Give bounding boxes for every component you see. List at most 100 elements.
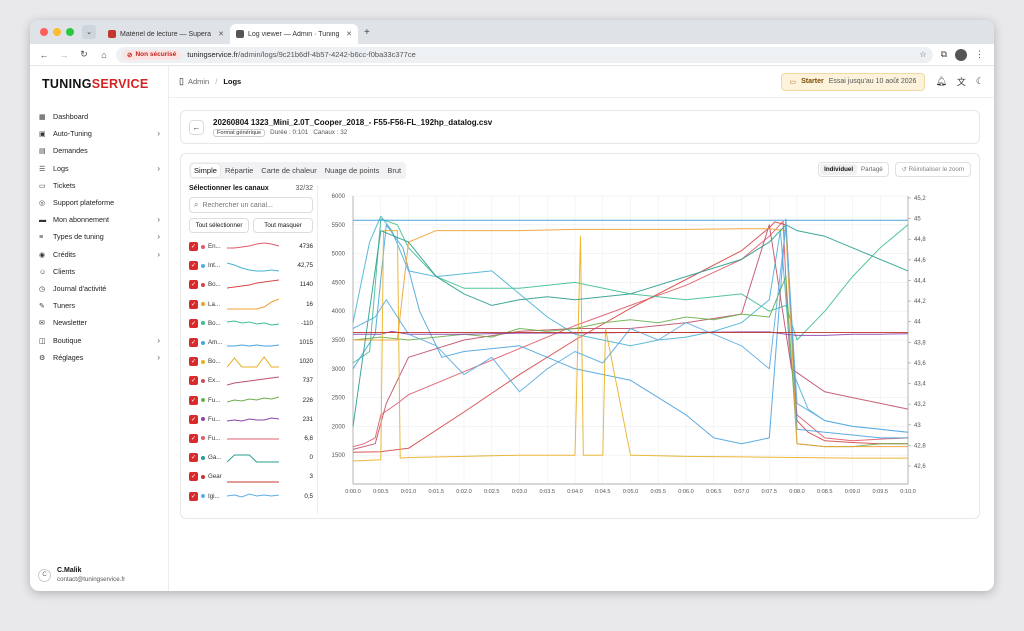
mode-shared-button[interactable]: Partagé [857,164,887,175]
sidebar-item-support-plateforme[interactable]: ◎ Support plateforme [30,194,168,211]
select-all-button[interactable]: Tout sélectionner [189,218,249,233]
bookmark-star-icon[interactable]: ☆ [919,50,926,59]
channel-checkbox[interactable]: ✓ [189,472,198,482]
tab-view-0[interactable]: Simple [191,164,220,177]
tab-view-2[interactable]: Carte de chaleur [258,164,319,177]
channel-name: Fu... [208,415,221,423]
channel-row[interactable]: ✓ Am... 1015 [189,333,313,352]
channel-row[interactable]: ✓ Bo... 1020 [189,352,313,371]
sidebar-item-dashboard[interactable]: ▦ Dashboard [30,108,168,125]
chart-area[interactable]: 6000 5500 5000 4500 4000 3500 3000 2500 2000 1500… [321,184,955,514]
sidebar-item-newsletter[interactable]: ✉ Newsletter [30,314,168,331]
channel-checkbox[interactable]: ✓ [189,414,198,424]
profile-avatar[interactable] [955,48,967,61]
back-button[interactable]: ← [189,119,204,135]
x-tick-label: 0:09.5 [872,489,888,495]
extensions-icon[interactable]: ⧉ [941,49,947,60]
channel-row[interactable]: ✓ Int... 42,75 [189,256,313,275]
y-right-tick-label: 42,6 [914,464,926,470]
sidebar-item-auto-tuning[interactable]: ▣ Auto-Tuning › [30,125,168,142]
channel-row[interactable]: ✓ Fu... 226 [189,391,313,410]
reset-zoom-button[interactable]: ↺ Réinitialiser le zoom [894,162,971,177]
tab-view-3[interactable]: Nuage de points [322,164,383,177]
channel-row[interactable]: ✓ Fu... 231 [189,410,313,429]
user-card[interactable]: C C.Malik contact@tuningservice.fr [38,567,125,583]
browser-tab-logviewer[interactable]: Log viewer — Admin · Tuning ✕ [230,24,358,44]
channel-checkbox[interactable]: ✓ [189,453,198,463]
sidebar-item-tickets[interactable]: ▭ Tickets [30,177,168,194]
channel-checkbox[interactable]: ✓ [189,280,198,290]
channel-row[interactable]: ✓ Ex... 737 [189,371,313,390]
channel-search[interactable]: ⌕ [189,197,313,213]
channel-row[interactable]: ✓ Fu... 6,8 [189,429,313,448]
close-tab-icon[interactable]: ✕ [346,30,352,38]
sidebar-item-demandes[interactable]: ▤ Demandes [30,142,168,159]
channel-row[interactable]: ✓ En... 4736 [189,237,313,256]
y-left-tick-label: 1500 [332,453,346,459]
translate-icon[interactable]: 文 [957,75,966,88]
tab-title: Matériel de lecture — Supera [120,30,212,38]
plan-badge[interactable]: ▭ Starter Essai jusqu'au 10 août 2026 [780,72,926,91]
sidebar-toggle-icon[interactable]: ▯ [179,76,184,87]
tab-search-icon[interactable]: ⌄ [82,25,96,39]
channel-row[interactable]: ✓ Gear 3 [189,467,313,486]
channel-search-input[interactable] [202,201,303,209]
channel-checkbox[interactable]: ✓ [189,376,198,386]
home-icon[interactable]: ⌂ [96,50,112,60]
channel-checkbox[interactable]: ✓ [189,338,198,348]
address-bar-row: ← → ↻ ⌂ ⊘ Non sécurisé tuningservice.fr/a… [30,44,994,66]
brand-logo[interactable]: TUNINGSERVICE [30,66,168,106]
x-tick-label: 0:08.0 [789,489,805,495]
view-tabs: Simple Répartie Carte de chaleur Nuage de p… [189,162,407,179]
reload-icon[interactable]: ↻ [76,49,92,60]
channel-row[interactable]: ✓ Bo... 1140 [189,275,313,294]
sidebar-item-label: Réglages [53,352,84,362]
sidebar-item-mon-abonnement[interactable]: ▬ Mon abonnement › [30,211,168,228]
sidebar-item-journal-d-activit-[interactable]: ◷ Journal d'activité [30,280,168,297]
channel-row[interactable]: ✓ La... 16 [189,295,313,314]
sidebar-item-tuners[interactable]: ✎ Tuners [30,297,168,314]
channel-value: 1140 [299,281,313,289]
channel-checkbox[interactable]: ✓ [189,299,198,309]
sidebar-item-r-glages[interactable]: ⚙ Réglages › [30,349,168,366]
channel-row[interactable]: ✓ Bo... -110 [189,314,313,333]
x-tick-label: 0:03.0 [512,489,528,495]
settings-icon: ⚙ [39,352,46,362]
channel-row[interactable]: ✓ Igi... 0,5 [189,486,313,505]
zoom-window-button[interactable] [66,28,74,36]
forward-icon[interactable]: → [56,50,72,60]
channel-checkbox[interactable]: ✓ [189,491,198,501]
not-secure-badge[interactable]: ⊘ Non sécurisé [122,49,182,60]
breadcrumb-admin[interactable]: Admin [188,77,209,86]
y-right-tick-label: 44,8 [914,237,926,243]
log-chart[interactable]: 6000 5500 5000 4500 4000 3500 3000 2500 2000 1500… [321,184,955,509]
channel-checkbox[interactable]: ✓ [189,395,198,405]
close-window-button[interactable] [40,28,48,36]
sidebar-item-logs[interactable]: ☰ Logs › [30,160,168,177]
sidebar-item-clients[interactable]: ☺ Clients [30,263,168,280]
channel-color-dot [201,398,205,403]
channel-checkbox[interactable]: ✓ [189,433,198,443]
sidebar-item-types-de-tuning[interactable]: ≡ Types de tuning › [30,228,168,245]
browser-tab-reading[interactable]: Matériel de lecture — Supera ✕ [102,24,230,44]
url-field[interactable]: ⊘ Non sécurisé tuningservice.fr/admin/log… [116,46,933,63]
card-icon: ▬ [39,215,47,225]
moon-icon[interactable]: ☾ [976,76,984,87]
sidebar-item-boutique[interactable]: ◫ Boutique › [30,331,168,348]
channel-checkbox[interactable]: ✓ [189,242,198,252]
channel-row[interactable]: ✓ Ga... 0 [189,448,313,467]
tab-view-4[interactable]: Brut [384,164,404,177]
tab-view-1[interactable]: Répartie [222,164,256,177]
new-tab-icon[interactable]: + [358,27,376,38]
minimize-window-button[interactable] [53,28,61,36]
hide-all-button[interactable]: Tout masquer [253,218,313,233]
mode-individual-button[interactable]: Individuel [820,164,858,175]
bell-icon[interactable]: 🔔︎ [935,76,946,87]
browser-menu-icon[interactable]: ⋮ [975,49,984,60]
channel-checkbox[interactable]: ✓ [189,357,198,367]
sidebar-item-cr-dits[interactable]: ◉ Crédits › [30,246,168,263]
channel-checkbox[interactable]: ✓ [189,261,198,271]
close-tab-icon[interactable]: ✕ [218,30,224,38]
channel-checkbox[interactable]: ✓ [189,318,198,328]
back-icon[interactable]: ← [36,50,52,60]
